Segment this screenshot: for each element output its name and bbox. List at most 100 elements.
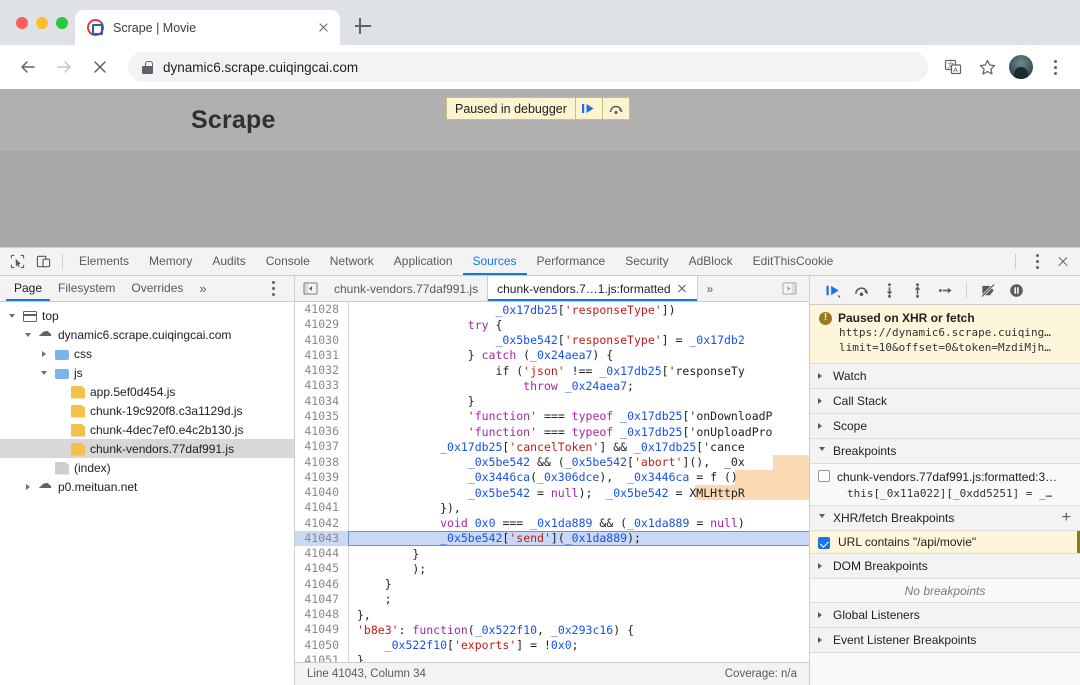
tab-network[interactable]: Network bbox=[320, 248, 384, 275]
editor-tab-source[interactable]: chunk-vendors.77daf991.js bbox=[325, 276, 487, 301]
tab-elements[interactable]: Elements bbox=[69, 248, 139, 275]
line-number[interactable]: 41048 bbox=[295, 607, 349, 623]
tab-sources[interactable]: Sources bbox=[463, 248, 527, 275]
breakpoint-list-item[interactable]: chunk-vendors.77daf991.js:formatted:3… t… bbox=[810, 464, 1080, 506]
line-number[interactable]: 41039 bbox=[295, 469, 349, 485]
tab-editthiscookie[interactable]: EditThisCookie bbox=[743, 248, 844, 275]
tree-item[interactable]: app.5ef0d454.js bbox=[0, 382, 294, 401]
line-number[interactable]: 41040 bbox=[295, 485, 349, 501]
code-editor[interactable]: 41028 _0x17db25['responseType']) 41029 tr… bbox=[295, 302, 809, 662]
nav-tab-page[interactable]: Page bbox=[6, 276, 50, 301]
code-line-highlighted[interactable]: 41043 _0x5be542['send'](_0x1da889); bbox=[295, 530, 809, 546]
show-navigator-icon[interactable] bbox=[295, 276, 325, 301]
code-line[interactable]: 41040 _0x5be542 = null); _0x5be542 = XML… bbox=[295, 485, 809, 501]
line-number[interactable]: 41034 bbox=[295, 393, 349, 409]
tab-console[interactable]: Console bbox=[256, 248, 320, 275]
code-line[interactable]: 41044 } bbox=[295, 546, 809, 562]
navigator-menu-icon[interactable] bbox=[260, 277, 286, 301]
chevron-right-icon[interactable] bbox=[38, 351, 50, 357]
section-watch-header[interactable]: Watch bbox=[810, 364, 1080, 388]
nav-tab-filesystem[interactable]: Filesystem bbox=[50, 276, 123, 301]
toggle-device-toolbar-icon[interactable] bbox=[30, 250, 56, 274]
line-number[interactable]: 41031 bbox=[295, 347, 349, 363]
code-line[interactable]: 41041 }), bbox=[295, 500, 809, 516]
show-debugger-sidebar-icon[interactable] bbox=[776, 277, 802, 301]
code-line[interactable]: 41051}, bbox=[295, 652, 809, 662]
section-xhr-header[interactable]: XHR/fetch Breakpoints + bbox=[810, 506, 1080, 530]
section-dom-header[interactable]: DOM Breakpoints bbox=[810, 554, 1080, 578]
tree-item[interactable]: dynamic6.scrape.cuiqingcai.com bbox=[0, 324, 294, 344]
file-tree[interactable]: top dynamic6.scrape.cuiqingcai.com css jsap… bbox=[0, 302, 294, 685]
nav-more-tabs-button[interactable]: » bbox=[191, 281, 214, 296]
nav-tab-overrides[interactable]: Overrides bbox=[123, 276, 191, 301]
maximize-window-button[interactable] bbox=[56, 16, 68, 29]
line-number[interactable]: 41042 bbox=[295, 515, 349, 531]
banner-step-over-icon[interactable] bbox=[601, 98, 629, 119]
resume-button[interactable] bbox=[820, 278, 846, 302]
line-number[interactable]: 41044 bbox=[295, 546, 349, 562]
banner-resume-icon[interactable] bbox=[574, 98, 602, 119]
code-line[interactable]: 41045 ); bbox=[295, 561, 809, 577]
section-scope[interactable]: Scope bbox=[810, 414, 1080, 439]
section-event-listener-header[interactable]: Event Listener Breakpoints bbox=[810, 628, 1080, 652]
editor-more-tabs-button[interactable]: » bbox=[698, 276, 723, 301]
code-line[interactable]: 41042 void 0x0 === _0x1da889 && (_0x1da8… bbox=[295, 515, 809, 531]
code-line[interactable]: 41048}, bbox=[295, 607, 809, 623]
line-number[interactable]: 41049 bbox=[295, 622, 349, 638]
forward-button[interactable] bbox=[48, 51, 80, 83]
code-line[interactable]: 41050 _0x522f10['exports'] = !0x0; bbox=[295, 637, 809, 653]
line-number[interactable]: 41035 bbox=[295, 408, 349, 424]
code-line[interactable]: 41033 throw _0x24aea7; bbox=[295, 378, 809, 394]
line-number[interactable]: 41036 bbox=[295, 424, 349, 440]
inspect-element-icon[interactable] bbox=[4, 250, 30, 274]
deactivate-breakpoints-button[interactable] bbox=[975, 278, 1001, 302]
code-line[interactable]: 41046 } bbox=[295, 576, 809, 592]
tab-application[interactable]: Application bbox=[384, 248, 463, 275]
code-line[interactable]: 41034 } bbox=[295, 393, 809, 409]
code-line[interactable]: 41029 try { bbox=[295, 317, 809, 333]
code-line[interactable]: 41039 _0x3446ca(_0x306dce), _0x3446ca = … bbox=[295, 469, 809, 485]
tree-item[interactable]: p0.meituan.net bbox=[0, 476, 294, 496]
back-button[interactable] bbox=[12, 51, 44, 83]
line-number[interactable]: 41037 bbox=[295, 439, 349, 455]
new-tab-button[interactable] bbox=[352, 15, 374, 37]
line-number[interactable]: 41038 bbox=[295, 454, 349, 470]
minimize-window-button[interactable] bbox=[36, 16, 48, 29]
line-number[interactable]: 41030 bbox=[295, 332, 349, 348]
tree-item[interactable]: chunk-19c920f8.c3a1129d.js bbox=[0, 401, 294, 420]
translate-icon[interactable]: 文A bbox=[938, 52, 968, 82]
tree-item[interactable]: chunk-4dec7ef0.e4c2b130.js bbox=[0, 420, 294, 439]
section-scope-header[interactable]: Scope bbox=[810, 414, 1080, 438]
step-button[interactable] bbox=[932, 278, 958, 302]
code-line[interactable]: 41028 _0x17db25['responseType']) bbox=[295, 302, 809, 318]
step-into-button[interactable] bbox=[876, 278, 902, 302]
close-window-button[interactable] bbox=[16, 16, 28, 29]
breakpoint-checkbox[interactable] bbox=[818, 470, 830, 482]
line-number[interactable]: 41028 bbox=[295, 302, 349, 318]
section-call-stack-header[interactable]: Call Stack bbox=[810, 389, 1080, 413]
code-line[interactable]: 41038 _0x5be542 && (_0x5be542['abort']()… bbox=[295, 454, 809, 470]
line-number[interactable]: 41041 bbox=[295, 500, 349, 516]
line-number[interactable]: 41050 bbox=[295, 637, 349, 653]
tab-audits[interactable]: Audits bbox=[202, 248, 255, 275]
section-global-listeners-header[interactable]: Global Listeners bbox=[810, 603, 1080, 627]
xhr-breakpoint-item[interactable]: URL contains "/api/movie" bbox=[810, 531, 1080, 554]
code-line[interactable]: 41030 _0x5be542['responseType'] = _0x17d… bbox=[295, 332, 809, 348]
tab-adblock[interactable]: AdBlock bbox=[679, 248, 743, 275]
code-line[interactable]: 41035 'function' === typeof _0x17db25['o… bbox=[295, 408, 809, 424]
devtools-menu-icon[interactable] bbox=[1024, 250, 1050, 274]
tree-item[interactable]: chunk-vendors.77daf991.js bbox=[0, 439, 294, 458]
chevron-right-icon[interactable] bbox=[22, 484, 34, 490]
tab-security[interactable]: Security bbox=[615, 248, 678, 275]
close-tab-icon[interactable] bbox=[315, 19, 332, 36]
tree-item[interactable]: css bbox=[0, 344, 294, 363]
pause-on-exceptions-button[interactable] bbox=[1003, 278, 1029, 302]
profile-avatar[interactable] bbox=[1006, 52, 1036, 82]
line-number[interactable]: 41033 bbox=[295, 378, 349, 394]
code-line[interactable]: 41031 } catch (_0x24aea7) { bbox=[295, 347, 809, 363]
xhr-breakpoint-checkbox[interactable] bbox=[818, 537, 830, 549]
tree-item[interactable]: js bbox=[0, 363, 294, 382]
section-watch[interactable]: Watch bbox=[810, 364, 1080, 389]
line-number[interactable]: 41051 bbox=[295, 652, 349, 662]
section-call-stack[interactable]: Call Stack bbox=[810, 389, 1080, 414]
